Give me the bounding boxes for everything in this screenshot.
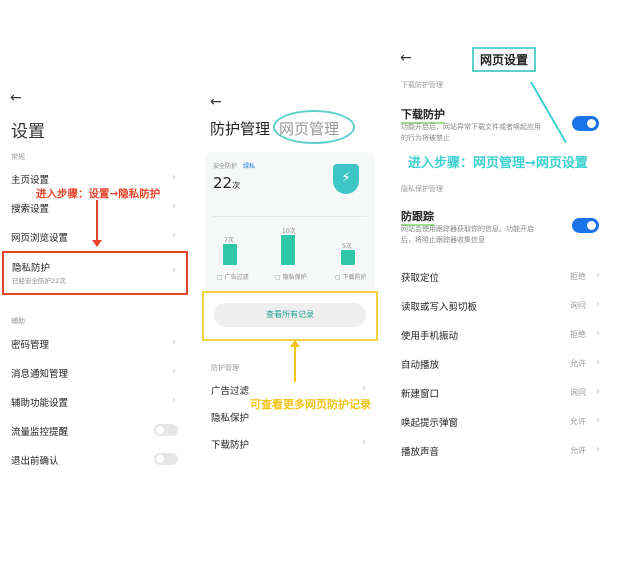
chevron-right-icon: › <box>172 395 176 406</box>
item-accessibility[interactable]: 辅助功能设置 <box>11 395 68 409</box>
item-browse-settings[interactable]: 网页浏览设置 <box>11 230 68 244</box>
section-label: 防护管理 <box>211 364 239 372</box>
chevron-right-icon: › <box>596 444 600 455</box>
card-badge: 绿私 <box>243 163 256 170</box>
section-label: 隐私保护管理 <box>401 185 443 193</box>
item-adblock[interactable]: 广告过滤 <box>211 383 249 397</box>
chevron-right-icon: › <box>172 366 176 377</box>
perm-value[interactable]: 询问 <box>570 387 586 398</box>
perm-value[interactable]: 拒绝 <box>570 271 586 282</box>
annotation-cyan: 进入步骤：网页管理→网页设置 <box>408 156 588 171</box>
bar-value-label: 10次 <box>282 228 296 235</box>
exit-toggle[interactable] <box>154 453 178 465</box>
item-search-settings[interactable]: 搜索设置 <box>11 201 49 215</box>
arrow-line <box>294 346 296 382</box>
chevron-right-icon: › <box>362 383 366 394</box>
tracking-toggle[interactable] <box>572 218 599 233</box>
chevron-right-icon: › <box>172 201 176 212</box>
item-privacy-protect[interactable]: 隐私保护 <box>211 410 249 424</box>
bar-value-label: 7次 <box>224 237 234 244</box>
bar-category-label: ▢ 隐私保护 <box>275 274 307 281</box>
section-label: 下载防护管理 <box>401 81 443 89</box>
perm-value[interactable]: 拒绝 <box>570 329 586 340</box>
divider <box>213 216 367 217</box>
tab-web[interactable]: 网页管理 <box>279 118 339 139</box>
chevron-right-icon: › <box>596 386 600 397</box>
privacy-item-highlight[interactable]: 隐私防护 已经安全防护22次 › <box>2 251 188 295</box>
perm-item[interactable]: 获取定位 <box>401 270 439 284</box>
perm-item[interactable]: 自动播放 <box>401 357 439 371</box>
annotation-yellow: 可查看更多网页防护记录 <box>250 398 371 411</box>
chevron-right-icon: › <box>172 265 176 276</box>
view-all-highlight: 查看所有记录 <box>202 291 378 341</box>
tracking-desc: 网站会使用跟踪器获取你的信息。功能开启 后，将阻止跟踪器收集信息 <box>401 225 534 244</box>
download-desc: 功能开启后，网站异常下载文件或者唤起应用 的行为将被禁止 <box>401 123 541 142</box>
arrow-up-icon <box>290 340 300 347</box>
bar-2 <box>341 250 355 265</box>
item-home-settings[interactable]: 主页设置 <box>11 172 49 186</box>
back-icon[interactable]: ← <box>10 90 22 106</box>
card-label: 安全防护 <box>213 163 238 170</box>
perm-item[interactable]: 唤起提示弹窗 <box>401 415 458 429</box>
download-toggle[interactable] <box>572 116 599 131</box>
item-notify[interactable]: 消息通知管理 <box>11 366 68 380</box>
back-icon[interactable]: ← <box>400 50 412 66</box>
chevron-right-icon: › <box>172 172 176 183</box>
chevron-right-icon: › <box>172 230 176 241</box>
bar-0 <box>223 244 237 265</box>
section-label: 常规 <box>11 153 25 161</box>
page-title: 网页设置 <box>472 47 537 72</box>
bar-1 <box>281 235 295 265</box>
perm-value[interactable]: 询问 <box>570 300 586 311</box>
chevron-right-icon: › <box>362 437 366 448</box>
chevron-right-icon: › <box>596 357 600 368</box>
chevron-right-icon: › <box>172 337 176 348</box>
item-privacy: 隐私防护 <box>12 263 51 274</box>
chevron-right-icon: › <box>596 270 600 281</box>
perm-item[interactable]: 读取或写入剪切板 <box>401 299 477 313</box>
perm-value[interactable]: 允许 <box>570 445 586 456</box>
arrow-down-icon <box>92 240 102 247</box>
bar-category-label: ▢ 下载防护 <box>335 274 367 281</box>
privacy-sub: 已经安全防护22次 <box>12 277 66 285</box>
perm-value[interactable]: 允许 <box>570 416 586 427</box>
item-traffic: 流量监控提醒 <box>11 427 69 438</box>
perm-item[interactable]: 使用手机振动 <box>401 328 458 342</box>
item-password[interactable]: 密码管理 <box>11 337 49 351</box>
page-title: 设置 <box>11 122 45 142</box>
perm-item[interactable]: 播放声音 <box>401 444 439 458</box>
section-label: 辅助 <box>11 317 25 325</box>
bar-value-label: 5次 <box>342 243 352 250</box>
item-exit-confirm: 退出前确认 <box>11 456 59 467</box>
back-icon[interactable]: ← <box>210 94 222 110</box>
arrow-line <box>96 200 98 242</box>
tab-protection[interactable]: 防护管理 <box>210 118 270 139</box>
perm-item[interactable]: 新建窗口 <box>401 386 439 400</box>
card-count: 22次 <box>213 174 241 192</box>
chevron-right-icon: › <box>596 328 600 339</box>
traffic-toggle[interactable] <box>154 424 178 436</box>
bar-category-label: ▢ 广告过滤 <box>217 274 249 281</box>
perm-value[interactable]: 允许 <box>570 358 586 369</box>
shield-bolt-icon: ⚡ <box>333 164 359 194</box>
chevron-right-icon: › <box>596 299 600 310</box>
chevron-right-icon: › <box>596 415 600 426</box>
annotation-red: 进入步骤：设置→隐私防护 <box>36 188 161 200</box>
stats-card: 安全防护 绿私 22次 ⚡ 7次 ▢ 广告过滤 10次 ▢ 隐私保护 5次 ▢ 下载… <box>205 152 375 292</box>
item-download-protect[interactable]: 下载防护 <box>211 437 249 451</box>
view-all-button[interactable]: 查看所有记录 <box>214 303 366 327</box>
